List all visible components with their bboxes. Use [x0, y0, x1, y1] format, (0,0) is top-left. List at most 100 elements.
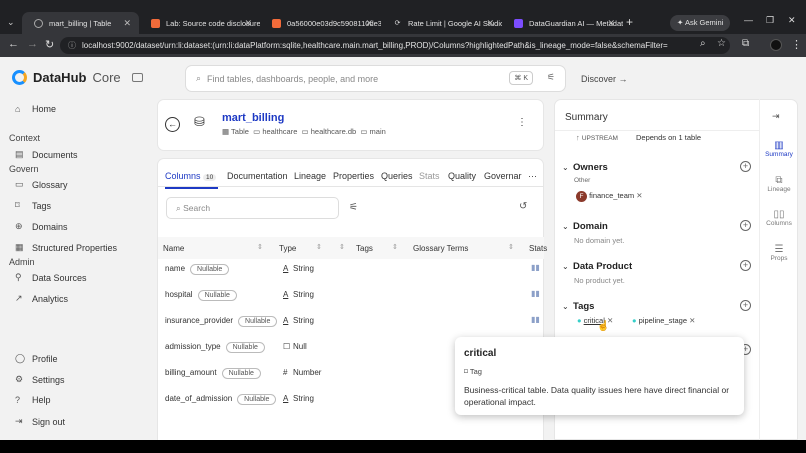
owner-chip[interactable]: F finance_team ✕ — [576, 191, 643, 202]
rail-columns[interactable]: ▯▯ Columns — [760, 209, 798, 227]
sidebar-item-analytics[interactable]: ↗ Analytics — [15, 293, 68, 304]
sort-icon[interactable]: ⇕ — [508, 243, 514, 251]
sidebar-item-sign-out[interactable]: ⇥ Sign out — [15, 416, 65, 427]
tab-quality[interactable]: Quality — [448, 171, 476, 181]
close-tab-icon[interactable]: ✕ — [244, 18, 252, 29]
close-tab-icon[interactable]: ✕ — [365, 18, 373, 29]
extensions-icon[interactable]: ⧉ — [742, 38, 749, 49]
remove-tag-icon[interactable]: ✕ — [689, 316, 695, 325]
profile-avatar[interactable] — [770, 39, 782, 51]
stats-icon[interactable]: ▮▮ — [531, 315, 540, 324]
close-tab-icon[interactable]: ✕ — [486, 18, 494, 29]
tab-search-icon[interactable]: ⌄ — [7, 17, 15, 28]
bookmark-star-icon[interactable]: ☆ — [717, 38, 726, 49]
add-data-product-button[interactable]: + — [740, 260, 751, 271]
sidebar-item-label: Data Sources — [32, 272, 87, 283]
tab-lineage[interactable]: Lineage — [294, 171, 326, 181]
popover-title[interactable]: critical — [464, 348, 496, 359]
remove-owner-icon[interactable]: ✕ — [636, 191, 642, 200]
reload-icon[interactable]: ↻ — [45, 38, 54, 51]
sidebar-item-domains[interactable]: ⊕ Domains — [15, 221, 68, 232]
rail-props[interactable]: ☰ Props — [760, 244, 798, 262]
back-icon[interactable]: ← — [8, 38, 19, 50]
browser-tab-1[interactable]: mart_billing | Table ✕ — [22, 12, 139, 34]
header-glossary-terms[interactable]: Glossary Terms — [413, 244, 468, 253]
sidebar-item-structured-properties[interactable]: ▦ Structured Properties — [15, 242, 117, 253]
sidebar-item-tags[interactable]: ⌑ Tags — [15, 200, 51, 211]
global-search-input[interactable]: ⌕ Find tables, dashboards, people, and m… — [185, 65, 566, 92]
add-owner-button[interactable]: + — [740, 161, 751, 172]
tab-properties[interactable]: Properties — [333, 171, 374, 181]
column-search-input[interactable]: ⌕ Search — [166, 197, 339, 219]
entity-name[interactable]: mart_billing — [222, 112, 284, 124]
history-icon[interactable]: ↺ — [519, 201, 527, 212]
browser-tab-2[interactable]: Lab: Source code disclosure v ✕ — [139, 12, 260, 34]
minimize-window-button[interactable]: — — [744, 15, 753, 25]
sidebar-item-settings[interactable]: ⚙ Settings — [15, 374, 65, 385]
ask-gemini-button[interactable]: ✦ Ask Gemini — [670, 15, 731, 31]
header-name[interactable]: Name — [163, 244, 184, 253]
rail-summary[interactable]: ▥ Summary — [760, 140, 798, 158]
sidebar-item-help[interactable]: ? Help — [15, 395, 51, 405]
close-tab-icon[interactable]: ✕ — [123, 18, 131, 29]
url-input[interactable]: ⓘ localhost:9002/dataset/urn:li:dataset:… — [60, 37, 730, 54]
chevron-down-icon[interactable]: ⌄ — [562, 262, 569, 271]
browser-tab-4[interactable]: ⟳ Rate Limit | Google AI Studio ✕ — [381, 12, 502, 34]
sidebar-item-documents[interactable]: ▤ Documents — [15, 149, 78, 160]
tab-governance[interactable]: Governar — [484, 171, 522, 181]
sidebar-item-glossary[interactable]: ▭ Glossary — [15, 179, 68, 190]
tab-queries[interactable]: Queries — [381, 171, 413, 181]
datahub-logo[interactable]: DataHub Core — [12, 70, 121, 85]
new-tab-button[interactable]: + — [626, 15, 633, 29]
header-stats[interactable]: Stats — [529, 244, 547, 253]
more-tabs-icon[interactable]: ··· — [528, 171, 537, 181]
add-domain-button[interactable]: + — [740, 220, 751, 231]
close-tab-icon[interactable]: ✕ — [607, 18, 615, 29]
breadcrumb-item[interactable]: healthcare.db — [311, 127, 356, 136]
tag-chip-pipeline-stage[interactable]: ● pipeline_stage ✕ — [632, 316, 695, 325]
table-row[interactable]: insurance_provider Nullable A String ▮▮ — [158, 308, 544, 334]
chevron-down-icon[interactable]: ⌄ — [562, 302, 569, 311]
header-type[interactable]: Type — [279, 244, 296, 253]
sort-icon[interactable]: ⇕ — [392, 243, 398, 251]
more-options-icon[interactable]: ⋮ — [517, 117, 527, 128]
collapse-sidebar-icon[interactable] — [132, 73, 143, 82]
close-window-button[interactable]: ✕ — [788, 15, 796, 26]
search-placeholder: Find tables, dashboards, people, and mor… — [207, 73, 379, 84]
stats-icon[interactable]: ▮▮ — [531, 289, 540, 298]
chevron-down-icon[interactable]: ⌄ — [562, 222, 569, 231]
zoom-icon[interactable]: ⌕ — [700, 38, 706, 49]
stats-icon[interactable]: ▮▮ — [531, 263, 540, 272]
tab-documentation[interactable]: Documentation — [227, 171, 288, 181]
sidebar-item-profile[interactable]: ◯ Profile — [15, 353, 58, 364]
popover-description: Business-critical table. Data quality is… — [464, 385, 730, 407]
restore-window-button[interactable]: ❐ — [766, 15, 774, 26]
sidebar-item-data-sources[interactable]: ⚲ Data Sources — [15, 272, 87, 283]
forward-icon[interactable]: → — [27, 38, 38, 50]
upstream-row[interactable]: ↑ UPSTREAM Depends on 1 table — [576, 133, 701, 142]
table-row[interactable]: hospital Nullable A String ▮▮ — [158, 282, 544, 308]
header-tags[interactable]: Tags — [356, 244, 373, 253]
filter-icon[interactable]: ⚟ — [349, 202, 358, 213]
rail-lineage[interactable]: ⧉ Lineage — [760, 175, 798, 193]
sort-icon[interactable]: ⇕ — [316, 243, 322, 251]
discover-link[interactable]: Discover → — [581, 74, 628, 84]
analytics-icon: ↗ — [15, 293, 23, 303]
chevron-down-icon[interactable]: ⌄ — [562, 163, 569, 172]
breadcrumb-item[interactable]: healthcare — [262, 127, 297, 136]
sidebar-item-label: Help — [32, 395, 51, 405]
tab-stats[interactable]: Stats — [419, 171, 440, 181]
browser-tab-5[interactable]: DataGuardian AI — Metadat ✕ — [502, 12, 623, 34]
back-button[interactable]: ← — [165, 117, 180, 132]
database-icon: ⛁ — [194, 114, 205, 129]
add-tag-button[interactable]: + — [740, 300, 751, 311]
table-row[interactable]: name Nullable A String ▮▮ — [158, 256, 544, 282]
datahub-favicon-icon — [34, 18, 43, 28]
sort-icon[interactable]: ⇕ — [257, 243, 263, 251]
browser-tab-3[interactable]: 0a56000e03d9c5908110de3e ✕ — [260, 12, 381, 34]
sidebar-item-home[interactable]: ⌂ Home — [15, 104, 56, 114]
sort-icon[interactable]: ⇕ — [339, 243, 345, 251]
search-filter-icon[interactable]: ⚟ — [547, 72, 555, 83]
breadcrumb-item[interactable]: main — [370, 127, 386, 136]
browser-menu-icon[interactable]: ⋮ — [791, 38, 802, 51]
